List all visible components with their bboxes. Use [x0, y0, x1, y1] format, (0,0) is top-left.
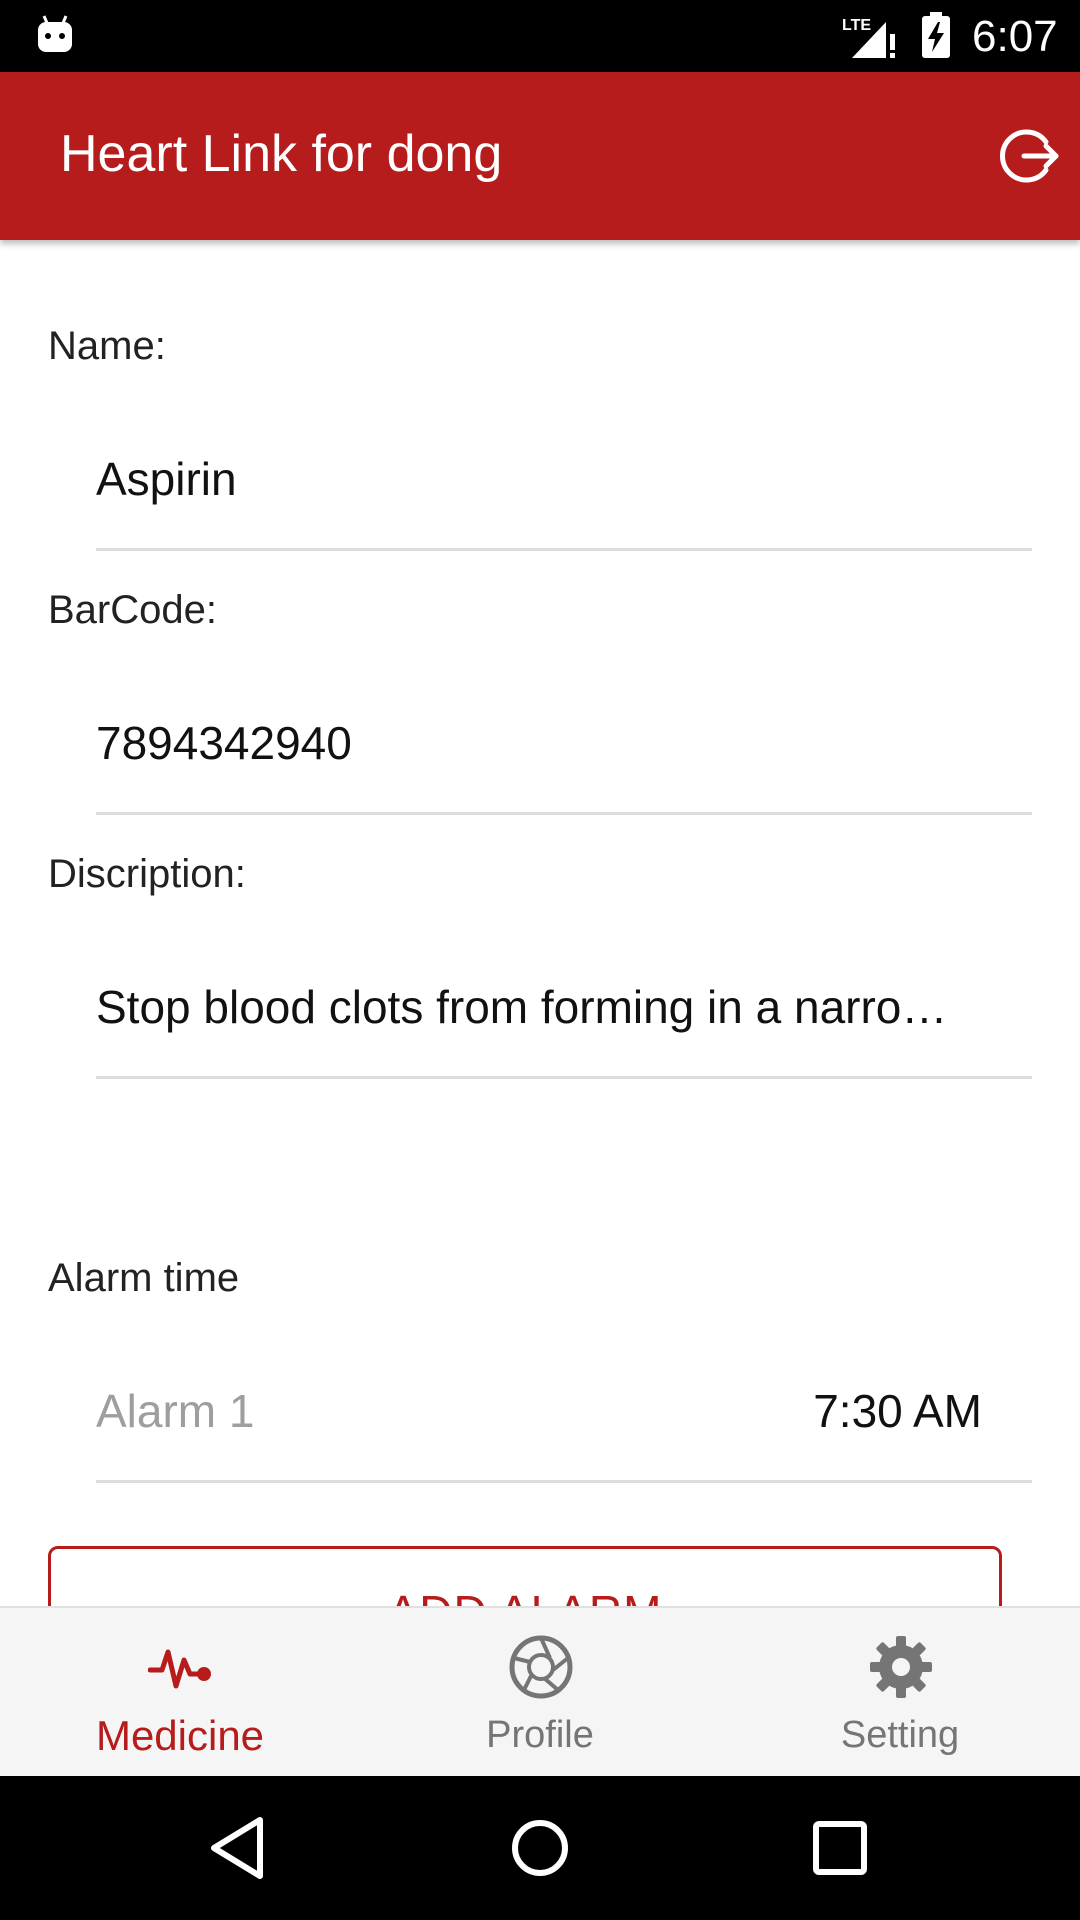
back-icon[interactable]	[202, 1810, 278, 1886]
android-icon	[38, 15, 72, 52]
alarm-time-label: Alarm time	[48, 1256, 240, 1300]
status-clock: 6:07	[972, 12, 1058, 61]
nav-item-profile[interactable]: Profile	[360, 1608, 720, 1778]
alarm-time-value[interactable]: 7:30 AM	[813, 1384, 982, 1438]
status-bar: LTE 6:07	[0, 0, 1080, 72]
aperture-icon	[509, 1635, 573, 1699]
alarm-row-underline	[96, 1480, 1032, 1483]
description-field-underline	[96, 1076, 1032, 1079]
description-label: Discription:	[48, 852, 246, 896]
app-bar: Heart Link for dong	[0, 72, 1080, 240]
description-field[interactable]: Stop blood clots from forming in a narro…	[96, 980, 947, 1034]
name-field[interactable]: Aspirin	[96, 452, 237, 506]
barcode-label: BarCode:	[48, 588, 217, 632]
add-alarm-button[interactable]: ADD ALARM	[48, 1546, 1002, 1606]
name-field-underline	[96, 548, 1032, 551]
nav-item-setting[interactable]: Setting	[720, 1608, 1080, 1778]
alarm-name: Alarm 1	[96, 1385, 255, 1437]
nav-label-medicine: Medicine	[95, 1712, 265, 1759]
nav-label-setting: Setting	[840, 1714, 960, 1756]
home-icon[interactable]	[502, 1810, 578, 1886]
logout-icon[interactable]	[1000, 126, 1060, 186]
app-title: Heart Link for dong	[60, 125, 503, 183]
nav-item-medicine[interactable]: Medicine	[0, 1608, 360, 1778]
barcode-field[interactable]: 7894342940	[96, 716, 352, 770]
lte-signal-icon: LTE	[842, 17, 895, 58]
add-alarm-label: ADD ALARM	[51, 1585, 999, 1606]
name-label: Name:	[48, 324, 166, 368]
gear-icon	[870, 1636, 932, 1698]
barcode-field-underline	[96, 812, 1032, 815]
recents-icon[interactable]	[802, 1810, 878, 1886]
system-navigation-bar	[0, 1776, 1080, 1920]
medicine-form: Name: Aspirin BarCode: 7894342940 Discri…	[0, 240, 1080, 1606]
svg-text:LTE: LTE	[842, 17, 871, 34]
heartbeat-icon	[148, 1649, 211, 1689]
battery-charging-icon	[922, 12, 950, 58]
bottom-navigation: Medicine Profile Setting	[0, 1606, 1080, 1776]
nav-label-profile: Profile	[486, 1714, 594, 1756]
